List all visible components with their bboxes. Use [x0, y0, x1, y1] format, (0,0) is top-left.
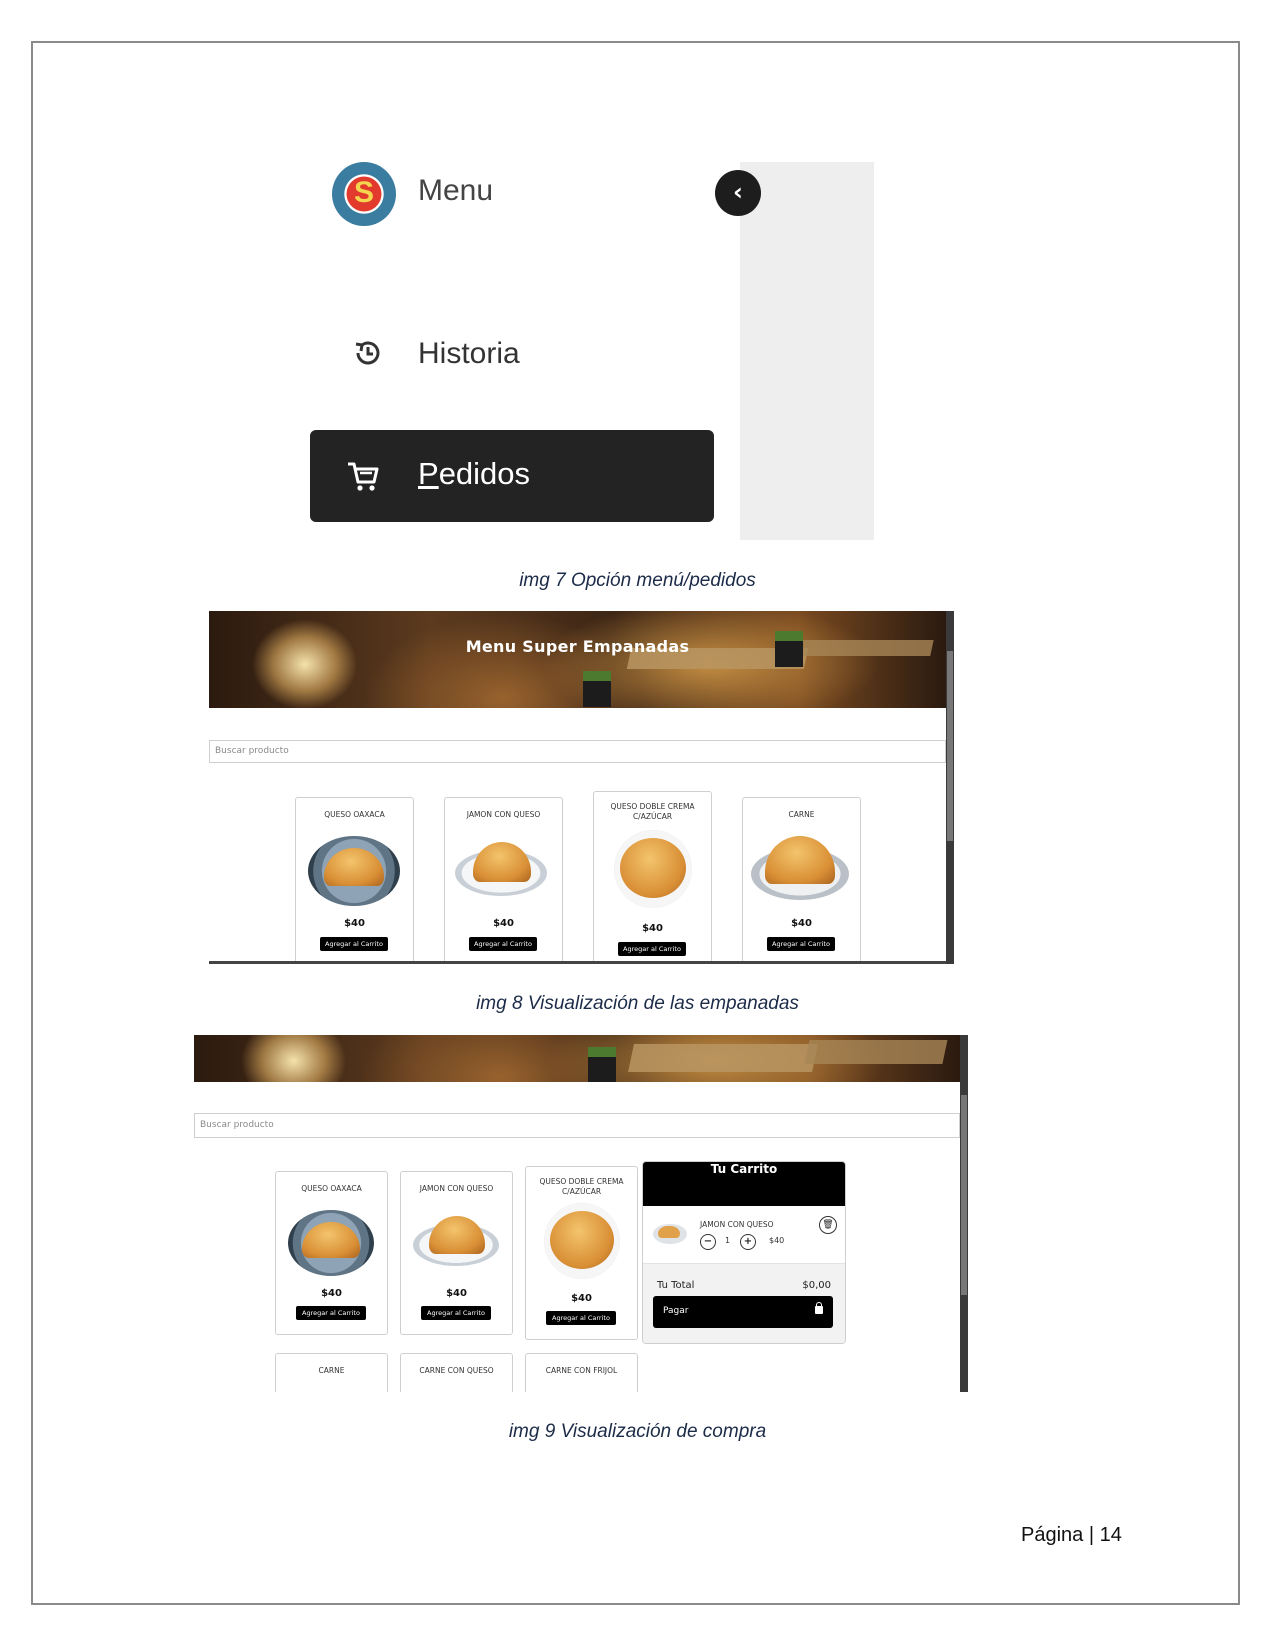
pay-button[interactable]: Pagar [653, 1296, 833, 1328]
decrease-quantity-button[interactable]: − [700, 1234, 716, 1250]
sidebar-content-area [740, 162, 874, 540]
shopping-cart-icon [348, 462, 379, 491]
cart-footer: Tu Total $0,00 Pagar [643, 1264, 845, 1343]
product-name: QUESO DOBLE CREMA C/AZÚCAR [539, 1177, 624, 1196]
add-to-cart-button[interactable]: Agregar al Carrito [296, 1306, 366, 1320]
product-image [455, 842, 547, 896]
cart-item-price: $40 [769, 1236, 785, 1245]
product-name: CARNE [788, 810, 815, 819]
cart-item: JAMON CON QUESO − 1 + $40 🗑 [643, 1206, 845, 1264]
restaurant-banner: Menu Super Empanadas [209, 611, 946, 708]
cart-title: Tu Carrito [643, 1162, 845, 1206]
cart-item-quantity: 1 [725, 1236, 731, 1245]
pay-button-label: Pagar [663, 1306, 689, 1316]
product-image [308, 836, 400, 906]
page-title: Menu Super Empanadas [465, 637, 690, 656]
product-price: $40 [791, 918, 812, 929]
banner-plant [588, 1047, 616, 1082]
cart-item-name: JAMON CON QUESO [700, 1220, 774, 1229]
restaurant-banner [194, 1035, 960, 1082]
total-value: $0,00 [802, 1280, 831, 1291]
purchase-screenshot: Buscar producto QUESO OAXACA $40 Agregar… [194, 1035, 968, 1392]
product-card: QUESO DOBLE CREMA C/AZÚCAR $40 Agregar a… [593, 791, 712, 964]
product-name: CARNE CON QUESO [419, 1366, 494, 1375]
product-price: $40 [446, 1288, 467, 1299]
scrollbar[interactable] [960, 1035, 968, 1392]
banner-table [804, 1039, 948, 1064]
product-image [413, 1216, 499, 1266]
banner-table [627, 1044, 818, 1073]
product-card: QUESO OAXACA $40 Agregar al Carrito [295, 797, 414, 964]
add-to-cart-button[interactable]: Agregar al Carrito [469, 937, 537, 951]
product-name: QUESO OAXACA [301, 1184, 362, 1193]
product-card: JAMON CON QUESO $40 Agregar al Carrito [444, 797, 563, 964]
product-name: CARNE [318, 1366, 345, 1375]
search-input[interactable]: Buscar producto [209, 740, 946, 763]
product-price: $40 [493, 918, 514, 929]
menu-title: Menu [418, 174, 494, 207]
product-price: $40 [321, 1288, 342, 1299]
shopping-bag-icon [815, 1302, 823, 1314]
sidebar-item-pedidos[interactable]: Pedidos [310, 430, 714, 522]
sidebar-menu-figure: S Menu ‹ Historia Pedidos [310, 160, 880, 540]
collapse-sidebar-button[interactable]: ‹ [715, 170, 761, 216]
product-image [544, 1203, 620, 1279]
product-card: QUESO DOBLE CREMA C/AZÚCAR $40 Agregar a… [525, 1166, 638, 1340]
scrollbar[interactable] [946, 611, 954, 964]
product-name: CARNE CON FRIJOL [545, 1366, 618, 1375]
total-label: Tu Total [657, 1280, 695, 1291]
cart-panel: Tu Carrito JAMON CON QUESO − 1 + $40 🗑 T… [642, 1161, 846, 1344]
logo-letter: S [353, 176, 374, 209]
product-image [614, 830, 692, 908]
superman-logo: S [332, 162, 396, 226]
product-name: JAMON CON QUESO [419, 1184, 494, 1193]
product-name: JAMON CON QUESO [466, 810, 541, 819]
product-price: $40 [344, 918, 365, 929]
figure-caption-img8: img 8 Visualización de las empanadas [476, 993, 799, 1014]
product-card: CARNE CON FRIJOL [525, 1353, 638, 1392]
add-to-cart-button[interactable]: Agregar al Carrito [546, 1311, 616, 1325]
increase-quantity-button[interactable]: + [740, 1234, 756, 1250]
product-image [751, 836, 849, 900]
screenshot-bottom-border [209, 961, 946, 964]
page-number: Página | 14 [1021, 1524, 1122, 1546]
product-name: QUESO OAXACA [324, 810, 385, 819]
product-price: $40 [642, 923, 663, 934]
product-image [288, 1210, 374, 1276]
empanadas-menu-screenshot: Menu Super Empanadas Buscar producto QUE… [209, 611, 954, 964]
product-price: $40 [571, 1293, 592, 1304]
add-to-cart-button[interactable]: Agregar al Carrito [618, 942, 686, 956]
add-to-cart-button[interactable]: Agregar al Carrito [320, 937, 388, 951]
figure-caption-img7: img 7 Opción menú/pedidos [519, 570, 756, 591]
sidebar-item-label: Pedidos [418, 456, 531, 491]
product-name: QUESO DOBLE CREMA C/AZÚCAR [610, 802, 695, 821]
cart-item-image [653, 1224, 687, 1244]
product-card: CARNE CON QUESO [400, 1353, 513, 1392]
figure-caption-img9: img 9 Visualización de compra [508, 1421, 767, 1442]
product-card: JAMON CON QUESO $40 Agregar al Carrito [400, 1171, 513, 1335]
product-card: CARNE $40 Agregar al Carrito [742, 797, 861, 964]
add-to-cart-button[interactable]: Agregar al Carrito [421, 1306, 491, 1320]
search-input[interactable]: Buscar producto [194, 1113, 960, 1138]
trash-icon[interactable]: 🗑 [819, 1216, 837, 1234]
sidebar-item-label: Historia [418, 337, 520, 370]
banner-plant [583, 671, 611, 707]
history-icon [355, 341, 380, 365]
product-card: QUESO OAXACA $40 Agregar al Carrito [275, 1171, 388, 1335]
product-card: CARNE [275, 1353, 388, 1392]
add-to-cart-button[interactable]: Agregar al Carrito [767, 937, 835, 951]
